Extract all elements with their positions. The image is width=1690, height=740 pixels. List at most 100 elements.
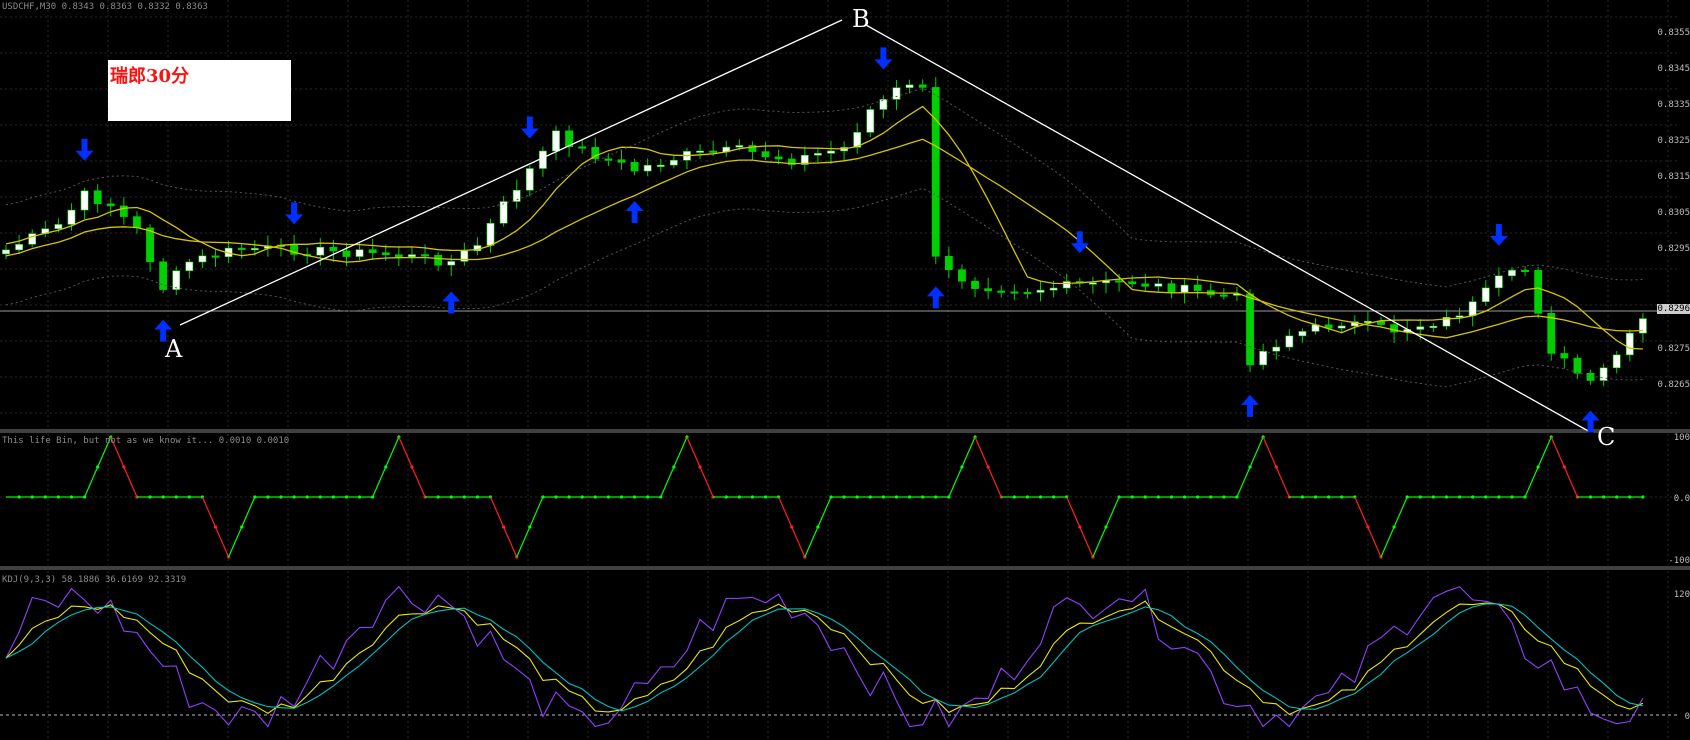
candle-body xyxy=(355,249,364,257)
oscillator-segment xyxy=(398,436,413,468)
oscillator-segment xyxy=(699,466,714,498)
candle-body xyxy=(1115,280,1123,283)
oscillator-segment xyxy=(1524,466,1539,498)
point-label-a: A xyxy=(165,335,183,363)
oscillator-segment xyxy=(1249,436,1264,468)
oscillator-segment xyxy=(385,436,400,468)
oscillator-segment xyxy=(411,466,426,498)
oscillator-segment xyxy=(804,526,819,558)
oscillator-segment xyxy=(228,526,243,558)
oscillator-segment xyxy=(516,526,531,558)
candle-body xyxy=(958,269,966,282)
candle-body xyxy=(381,252,390,256)
kdj-info: KDJ(9,3,3) 58.1886 36.6169 92.3319 xyxy=(2,575,187,585)
oscillator-segment xyxy=(1105,496,1120,528)
candle-body xyxy=(499,201,508,224)
candle-body xyxy=(1246,293,1254,366)
candle-body xyxy=(1298,331,1307,337)
candle-body xyxy=(394,254,403,258)
candle-body xyxy=(54,224,63,229)
oscillator-segment xyxy=(1380,526,1395,558)
candle-body xyxy=(578,146,587,149)
candle-body xyxy=(1573,357,1582,374)
oscillator-segment xyxy=(241,496,256,528)
candle-body xyxy=(1508,269,1516,277)
candle-body xyxy=(905,84,914,88)
candle-body xyxy=(133,216,141,229)
oscillator-segment xyxy=(123,466,138,498)
candle-body xyxy=(1023,292,1032,295)
candle-body xyxy=(316,246,325,256)
price-current: 0.8296 xyxy=(1657,304,1690,314)
oscillator-segment xyxy=(1066,496,1081,528)
osc-tick: 0.0 xyxy=(1673,494,1690,504)
oscillator-info: This life Bin, but not as we know it... … xyxy=(2,436,290,446)
candle-body xyxy=(1625,332,1634,356)
sell-arrow-icon xyxy=(1489,223,1508,246)
oscillator-segment xyxy=(1393,496,1408,528)
candle-body xyxy=(1128,281,1137,285)
oscillator-segment xyxy=(1275,466,1290,498)
osc-tick: 100 xyxy=(1673,433,1690,443)
candle-body xyxy=(761,151,770,158)
price-tick: 0.8265 xyxy=(1657,380,1690,390)
candle-body xyxy=(237,247,246,250)
candle-body xyxy=(931,87,940,257)
trendline-bc xyxy=(865,24,1591,433)
oscillator-segment xyxy=(791,526,806,558)
candle-body xyxy=(774,156,783,160)
oscillator-segment xyxy=(503,526,518,558)
candle-body xyxy=(866,109,875,133)
candle-body xyxy=(1259,350,1268,366)
oscillator-segment xyxy=(1354,496,1369,528)
candle-body xyxy=(172,270,181,290)
sell-arrow-icon xyxy=(75,138,94,161)
oscillator-segment xyxy=(372,466,387,498)
moving-average-fast xyxy=(5,105,1643,350)
candle-body xyxy=(892,87,901,100)
candle-body xyxy=(984,288,993,292)
candle-body xyxy=(447,261,456,266)
price-tick: 0.8325 xyxy=(1657,136,1690,146)
chart-window: USDCHF,M30 0.8343 0.8363 0.8332 0.8363 T… xyxy=(0,0,1690,740)
candle-body xyxy=(617,159,626,163)
oscillator-segment xyxy=(673,436,688,468)
buy-arrow-icon xyxy=(1241,394,1260,417)
candle-body xyxy=(944,256,953,271)
oscillator-segment xyxy=(1262,436,1277,468)
price-tick: 0.8355 xyxy=(1657,28,1690,38)
candle-body xyxy=(80,190,89,211)
candle-body xyxy=(93,190,102,205)
candle-body xyxy=(1534,270,1543,314)
candle-body xyxy=(1521,269,1529,273)
oscillator-segment xyxy=(1367,526,1382,558)
candle-body xyxy=(146,227,154,263)
candle-body xyxy=(604,158,613,161)
lower-band xyxy=(5,187,1643,388)
oscillator-segment xyxy=(489,496,505,528)
sell-arrow-icon xyxy=(520,116,539,139)
candle-body xyxy=(735,145,744,148)
price-tick: 0.8305 xyxy=(1657,208,1690,218)
kdj-tick: 120 xyxy=(1673,590,1690,600)
candle-body xyxy=(1219,294,1228,297)
oscillator-segment xyxy=(1550,436,1565,468)
candle-body xyxy=(342,250,351,257)
oscillator-segment xyxy=(1537,436,1552,468)
oscillator-segment xyxy=(214,526,230,558)
candle-body xyxy=(1010,291,1019,294)
candle-body xyxy=(1337,325,1346,329)
candle-body xyxy=(1560,353,1569,359)
buy-arrow-icon xyxy=(926,286,945,309)
candle-body xyxy=(1193,284,1202,291)
kdj-j-line xyxy=(5,585,1644,728)
candle-body xyxy=(814,153,822,156)
candle-body xyxy=(250,248,259,251)
candle-body xyxy=(997,290,1006,293)
osc-tick: -100 xyxy=(1668,556,1690,566)
point-label-b: B xyxy=(852,5,870,33)
candle-body xyxy=(1272,346,1281,352)
candle-body xyxy=(1481,287,1490,302)
sell-arrow-icon xyxy=(1070,231,1089,254)
oscillator-segment xyxy=(817,496,832,528)
